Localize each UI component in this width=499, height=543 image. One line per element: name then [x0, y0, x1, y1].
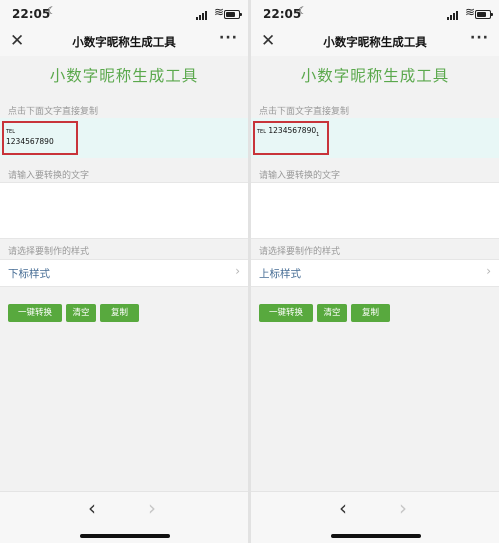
- more-icon[interactable]: ···: [470, 30, 489, 46]
- output-prefix: TEL: [257, 129, 266, 135]
- copy-hint-label: 点击下面文字直接复制: [259, 107, 350, 117]
- text-input[interactable]: [251, 182, 499, 239]
- back-arrow-icon[interactable]: ‹: [88, 496, 96, 520]
- style-select[interactable]: 下标样式 ›: [0, 259, 248, 287]
- convert-button[interactable]: 一键转换: [259, 304, 313, 322]
- status-bar: 22:05 ☾ ≋: [0, 0, 248, 28]
- home-indicator: [331, 534, 421, 538]
- back-arrow-icon[interactable]: ‹: [339, 496, 347, 520]
- nav-title: 小数字昵称生成工具: [72, 35, 176, 49]
- nav-bar: ✕ 小数字昵称生成工具 ···: [251, 28, 499, 56]
- battery-icon: [224, 10, 242, 19]
- moon-icon: ☾: [298, 6, 307, 17]
- more-icon[interactable]: ···: [219, 30, 238, 46]
- status-time: 22:05: [12, 7, 51, 21]
- bottom-toolbar: ‹ ›: [0, 491, 248, 543]
- style-label: 请选择要制作的样式: [8, 247, 90, 257]
- forward-arrow-icon[interactable]: ›: [399, 496, 407, 520]
- input-label: 请输入要转换的文字: [259, 171, 341, 181]
- copy-hint-label: 点击下面文字直接复制: [8, 107, 99, 117]
- copy-button[interactable]: 复制: [100, 304, 139, 322]
- output-digits: 1234567890: [268, 126, 317, 135]
- style-select-value: 上标样式: [259, 268, 301, 280]
- moon-icon: ☾: [47, 6, 56, 17]
- text-input[interactable]: [0, 182, 248, 239]
- nav-title: 小数字昵称生成工具: [323, 35, 427, 49]
- output-digits: 1234567890: [6, 137, 54, 146]
- output-prefix: TEL: [6, 129, 15, 135]
- style-label: 请选择要制作的样式: [259, 247, 341, 257]
- input-label: 请输入要转换的文字: [8, 171, 90, 181]
- signal-icon: [447, 10, 461, 20]
- clear-button[interactable]: 清空: [66, 304, 96, 322]
- home-indicator: [80, 534, 170, 538]
- bottom-toolbar: ‹ ›: [251, 491, 499, 543]
- style-select-value: 下标样式: [8, 268, 50, 280]
- forward-arrow-icon[interactable]: ›: [148, 496, 156, 520]
- output-text[interactable]: TEL 12345678901: [257, 126, 319, 140]
- battery-icon: [475, 10, 493, 19]
- chevron-right-icon: ›: [235, 264, 240, 278]
- clear-button[interactable]: 清空: [317, 304, 347, 322]
- phone-screen-subscript: 22:05 ☾ ≋ ✕ 小数字昵称生成工具 ··· 小数字昵称生成工具 点击下面…: [0, 0, 248, 543]
- copy-button[interactable]: 复制: [351, 304, 390, 322]
- wifi-icon: ≋: [213, 5, 224, 19]
- output-box[interactable]: TEL 12345678901: [251, 118, 499, 158]
- output-text[interactable]: TEL 1234567890: [6, 126, 54, 147]
- app-title: 小数字昵称生成工具: [300, 67, 450, 85]
- output-suffix: 1: [316, 132, 320, 138]
- status-bar: 22:05 ☾ ≋: [251, 0, 499, 28]
- status-time: 22:05: [263, 7, 302, 21]
- convert-button[interactable]: 一键转换: [8, 304, 62, 322]
- app-title: 小数字昵称生成工具: [49, 67, 199, 85]
- wifi-icon: ≋: [464, 5, 475, 19]
- phone-screen-superscript: 22:05 ☾ ≋ ✕ 小数字昵称生成工具 ··· 小数字昵称生成工具 点击下面…: [251, 0, 499, 543]
- signal-icon: [196, 10, 210, 20]
- chevron-right-icon: ›: [486, 264, 491, 278]
- nav-bar: ✕ 小数字昵称生成工具 ···: [0, 28, 248, 56]
- style-select[interactable]: 上标样式 ›: [251, 259, 499, 287]
- output-box[interactable]: TEL 1234567890: [0, 118, 248, 158]
